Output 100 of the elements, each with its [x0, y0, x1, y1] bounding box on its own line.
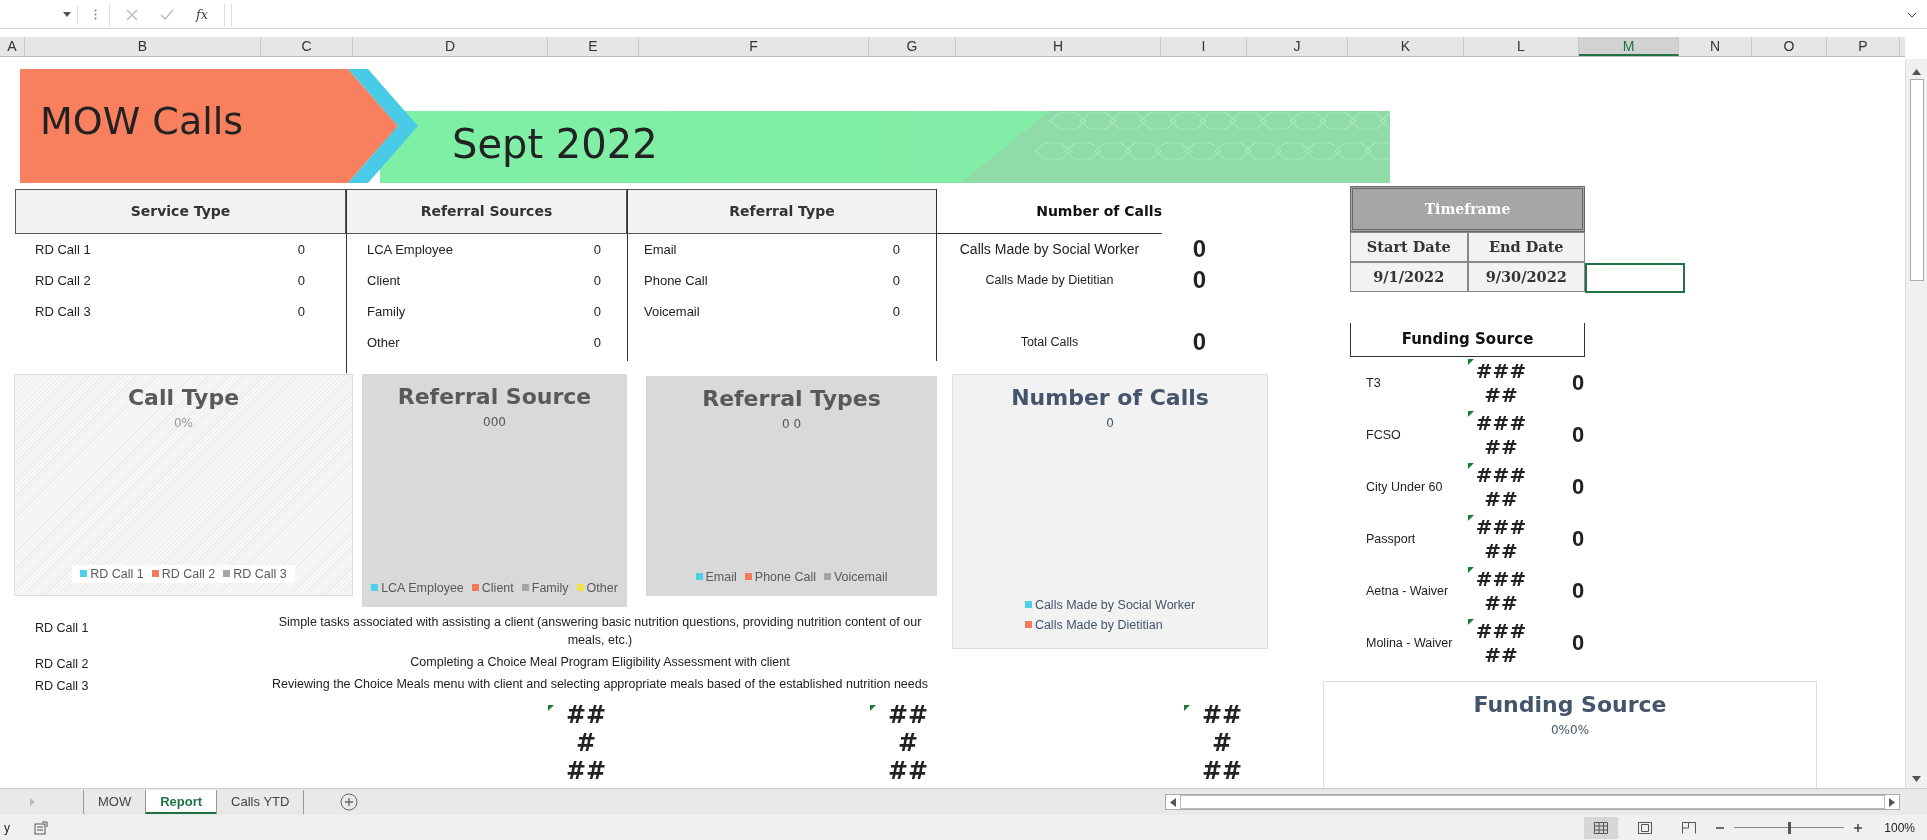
column-header[interactable]: D [353, 36, 548, 56]
chart-area[interactable]: Number of Calls 0 Calls Made by Social Worker Calls Made by Dietitian [952, 373, 1268, 649]
selected-cell[interactable] [1585, 262, 1685, 293]
macro-icon[interactable] [34, 820, 48, 835]
data-label: 0%0% [1550, 722, 1590, 737]
banner-title: MOW Calls [40, 98, 244, 143]
error-indicator-icon [1184, 704, 1190, 711]
table-cell-text: Passport [1365, 531, 1417, 546]
zoom-in-button[interactable] [1854, 823, 1863, 832]
error-indicator-icon [1468, 410, 1474, 417]
column-header[interactable]: A [0, 36, 25, 56]
column-header[interactable]: G [869, 36, 956, 56]
timeframe-header: Timeframe [1350, 185, 1585, 232]
table-header: Referral Sources [347, 188, 627, 234]
table-cell: 0 [593, 272, 601, 288]
table-cell-text: Aetna - Waiver [1365, 583, 1450, 598]
legend-label: Voicemail [833, 569, 888, 584]
table-cell: 0 [892, 272, 900, 288]
scroll-left-icon[interactable] [1170, 797, 1176, 807]
data-label: 0 [1106, 415, 1114, 430]
legend-label: Email [705, 569, 737, 584]
table-cell-text: RD Call 1 [34, 619, 90, 635]
overflow-cell: ### ## [1474, 462, 1528, 511]
chart-area[interactable]: Referral Types 0 0 Email Phone Call Voicemail [646, 375, 937, 596]
legend-label: Client [481, 580, 514, 595]
column-header[interactable]: F [639, 36, 869, 56]
table-cell: End Date [1467, 231, 1585, 262]
table-cell-text: 0 [1191, 266, 1208, 295]
overflow-cell-text: ## # ## [1200, 700, 1244, 785]
description-text: Completing a Choice Meal Program Eligibility Assessment with client [409, 653, 791, 671]
column-header[interactable]: K [1348, 36, 1464, 56]
scroll-up-icon[interactable] [1912, 68, 1921, 75]
chart-title: Number of Calls [1011, 384, 1209, 410]
column-header[interactable]: I [1161, 36, 1247, 56]
chart-title: Referral Types [702, 385, 881, 411]
scroll-down-icon[interactable] [1912, 776, 1921, 783]
column-header[interactable]: J [1247, 36, 1348, 56]
data-label: 0 0 [781, 416, 802, 431]
table-cell: Start Date [1350, 231, 1468, 262]
overflow-cell: ### ## [1474, 566, 1528, 615]
chart-area[interactable]: Call Type 0% RD Call 1 RD Call 2 RD Call 3 [14, 373, 353, 596]
column-header[interactable]: E [548, 36, 639, 56]
scroll-right-icon[interactable] [1889, 797, 1895, 807]
zoom-level[interactable]: 100% [1884, 820, 1915, 835]
column-header[interactable]: M [1579, 36, 1679, 56]
error-indicator-icon [1468, 462, 1474, 469]
error-indicator-icon [1468, 618, 1474, 625]
insert-function-button[interactable]: fx [196, 7, 209, 23]
table-cell: 0 [593, 303, 601, 319]
overflow-cell-text: ## # ## [564, 700, 608, 785]
page-icon [1638, 821, 1653, 834]
overflow-cell: ### ## [1474, 410, 1528, 459]
expand-icon[interactable] [1907, 11, 1917, 18]
column-header[interactable]: N [1679, 36, 1752, 56]
plus-icon [1854, 823, 1863, 832]
sheet-tab[interactable]: Calls YTD [216, 790, 305, 815]
error-indicator-icon [1468, 358, 1474, 365]
legend-label: RD Call 2 [161, 566, 216, 581]
data-label: 000 [483, 414, 506, 429]
table-header: Funding Source [1350, 322, 1585, 357]
table-cell-text: 0 [1570, 577, 1586, 604]
chart-area[interactable]: Referral Source 000 LCA Employee Client Family Other [362, 373, 627, 607]
legend-label: Family [531, 580, 569, 595]
table-cell-text: Molina - Waiver [1365, 635, 1454, 650]
vertical-scrollbar[interactable] [1905, 58, 1927, 789]
description-text: Simple tasks associated with assisting a client (answering basic nutrition questions, providing nutrition content of our meals, etc.) [277, 613, 923, 649]
table-cell-text: Calls Made by Dietitian [984, 273, 1115, 288]
normal-view-button[interactable] [1584, 816, 1619, 839]
table-cell: 9/1/2022 [1350, 261, 1468, 292]
table-cell-text: 0 [1570, 421, 1586, 448]
table-cell-text: 0 [1570, 369, 1586, 396]
grid-icon [1594, 821, 1609, 834]
check-icon[interactable] [160, 8, 174, 21]
add-sheet-icon[interactable] [340, 793, 359, 812]
table-header: Service Type [15, 188, 346, 234]
scroll-thumb[interactable] [1180, 795, 1885, 810]
column-header[interactable]: C [261, 36, 353, 56]
table-cell: RD Call 2 [35, 272, 91, 288]
scroll-thumb[interactable] [1909, 78, 1924, 281]
chart-area[interactable]: Funding Source 0%0% [1323, 680, 1817, 789]
table-cell: Client [367, 272, 401, 288]
column-header[interactable]: P [1827, 36, 1900, 56]
column-header[interactable]: H [956, 36, 1161, 56]
column-header[interactable]: O [1752, 36, 1827, 56]
table-cell-text: RD Call 2 [34, 655, 90, 671]
error-indicator-icon [870, 704, 876, 711]
table-cell-text: Calls Made by Social Worker [958, 241, 1141, 258]
table-cell: Email [644, 241, 677, 257]
table-cell-text: 0 [1191, 328, 1208, 357]
banner-subtitle: Sept 2022 [452, 120, 658, 167]
column-header[interactable]: B [25, 36, 261, 56]
chart-title: Call Type [127, 384, 240, 410]
table-cell: 0 [892, 303, 900, 319]
horizontal-scrollbar[interactable] [1165, 794, 1900, 811]
sheet-tab[interactable]: Report [145, 790, 217, 815]
overflow-cell: ### ## [1474, 618, 1528, 667]
table-cell-text: 0 [1570, 525, 1586, 552]
table-cell: Other [367, 334, 400, 350]
slider-thumb[interactable] [1787, 821, 1791, 834]
table-cell-text: 0 [1191, 235, 1208, 264]
